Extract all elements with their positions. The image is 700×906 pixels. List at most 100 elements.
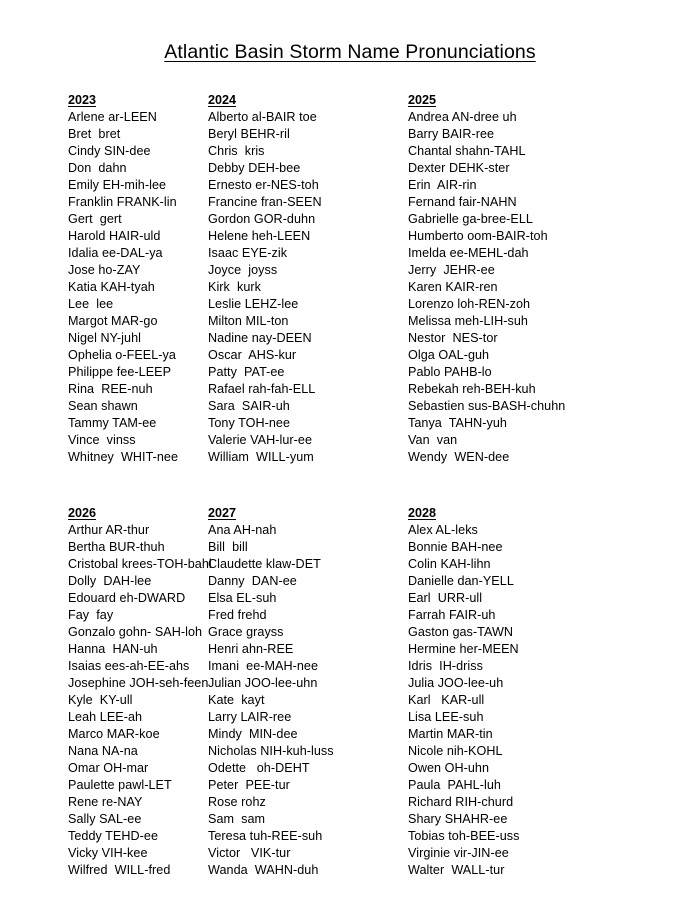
- storm-name-item: Chantal shahn-TAHL: [408, 144, 526, 158]
- storm-name-item: Sean shawn: [68, 399, 138, 413]
- storm-name-item: Peter PEE-tur: [208, 778, 290, 792]
- year-heading: 2028: [408, 506, 437, 520]
- storm-name-item: Nicholas NIH-kuh-luss: [208, 744, 334, 758]
- year-heading: 2023: [68, 93, 97, 107]
- storm-name-item: Katia KAH-tyah: [68, 280, 155, 294]
- storm-name-item: Karl KAR-ull: [408, 693, 485, 707]
- storm-name-item: Leah LEE-ah: [68, 710, 143, 724]
- storm-name-item: Tony TOH-nee: [208, 416, 291, 430]
- year-column-2025: 2025 Andrea AN-dree uh Barry BAIR-ree Chan…: [404, 92, 700, 466]
- storm-name-item: Farrah FAIR-uh: [408, 608, 496, 622]
- storm-name-item: Arlene ar-LEEN: [68, 110, 157, 124]
- storm-name-item: Kate kayt: [208, 693, 265, 707]
- storm-name-item: Danielle dan-YELL: [408, 574, 514, 588]
- storm-name-item: Dolly DAH-lee: [68, 574, 152, 588]
- storm-name-item: Owen OH-uhn: [408, 761, 490, 775]
- storm-name-item: Isaac EYE-zik: [208, 246, 288, 260]
- storm-name-item: Sara SAIR-uh: [208, 399, 290, 413]
- storm-name-item: Ernesto er-NES-toh: [208, 178, 319, 192]
- year-band-lower: 2026 Arthur AR-thur Bertha BUR-thuh Cristo…: [0, 505, 700, 879]
- storm-name-item: Idris IH-driss: [408, 659, 483, 673]
- storm-name-list-2024: Alberto al-BAIR toe Beryl BEHR-ril Chris k…: [208, 109, 404, 466]
- year-heading: 2026: [68, 506, 97, 520]
- storm-name-item: Whitney WHIT-nee: [68, 450, 179, 464]
- storm-name-list-2027: Ana AH-nah Bill bill Claudette klaw-DET Dan…: [208, 522, 404, 879]
- storm-name-item: Paula PAHL-luh: [408, 778, 501, 792]
- storm-name-item: William WILL-yum: [208, 450, 314, 464]
- storm-name-list-2025: Andrea AN-dree uh Barry BAIR-ree Chantal s…: [408, 109, 700, 466]
- page-title-text: Atlantic Basin Storm Name Pronunciations: [164, 41, 536, 63]
- storm-name-item: Julian JOO-lee-uhn: [208, 676, 318, 690]
- storm-name-item: Isaias ees-ah-EE-ahs: [68, 659, 190, 673]
- storm-name-list-2023: Arlene ar-LEEN Bret bret Cindy SIN-dee Don …: [68, 109, 204, 466]
- storm-name-item: Nana NA-na: [68, 744, 138, 758]
- year-column-2023: 2023 Arlene ar-LEEN Bret bret Cindy SIN-de…: [0, 92, 204, 466]
- storm-name-list-2028: Alex AL-leks Bonnie BAH-nee Colin KAH-lihn…: [408, 522, 700, 879]
- storm-name-item: Josephine JOH-seh-feen: [68, 676, 209, 690]
- storm-name-item: Pablo PAHB-lo: [408, 365, 492, 379]
- storm-name-item: Wanda WAHN-duh: [208, 863, 319, 877]
- storm-name-item: Franklin FRANK-lin: [68, 195, 177, 209]
- storm-name-item: Gonzalo gohn- SAH-loh: [68, 625, 203, 639]
- storm-name-item: Kirk kurk: [208, 280, 261, 294]
- storm-name-item: Melissa meh-LIH-suh: [408, 314, 528, 328]
- storm-name-item: Humberto oom-BAIR-toh: [408, 229, 548, 243]
- storm-name-item: Earl URR-ull: [408, 591, 483, 605]
- storm-name-item: Gordon GOR-duhn: [208, 212, 316, 226]
- storm-name-item: Gert gert: [68, 212, 122, 226]
- storm-name-item: Henri ahn-REE: [208, 642, 294, 656]
- storm-name-item: Bret bret: [68, 127, 121, 141]
- storm-name-item: Sally SAL-ee: [68, 812, 142, 826]
- storm-name-item: Francine fran-SEEN: [208, 195, 322, 209]
- storm-name-item: Jose ho-ZAY: [68, 263, 141, 277]
- storm-name-item: Martin MAR-tin: [408, 727, 493, 741]
- page-title: Atlantic Basin Storm Name Pronunciations: [0, 40, 700, 64]
- storm-name-item: Bertha BUR-thuh: [68, 540, 165, 554]
- storm-name-item: Kyle KY-ull: [68, 693, 133, 707]
- year-column-2028: 2028 Alex AL-leks Bonnie BAH-nee Colin KAH…: [404, 505, 700, 879]
- storm-name-item: Mindy MIN-dee: [208, 727, 298, 741]
- storm-name-item: Emily EH-mih-lee: [68, 178, 167, 192]
- storm-name-item: Wendy WEN-dee: [408, 450, 510, 464]
- storm-name-item: Tanya TAHN-yuh: [408, 416, 507, 430]
- storm-name-item: Barry BAIR-ree: [408, 127, 495, 141]
- storm-name-item: Beryl BEHR-ril: [208, 127, 290, 141]
- storm-name-item: Colin KAH-lihn: [408, 557, 491, 571]
- storm-name-item: Harold HAIR-uld: [68, 229, 161, 243]
- storm-name-item: Sebastien sus-BASH-chuhn: [408, 399, 566, 413]
- storm-name-item: Alex AL-leks: [408, 523, 478, 537]
- storm-name-item: Fernand fair-NAHN: [408, 195, 517, 209]
- storm-name-item: Helene heh-LEEN: [208, 229, 311, 243]
- storm-name-item: Oscar AHS-kur: [208, 348, 297, 362]
- year-column-2024: 2024 Alberto al-BAIR toe Beryl BEHR-ril Ch…: [204, 92, 404, 466]
- storm-name-item: Imani ee-MAH-nee: [208, 659, 319, 673]
- storm-name-item: Andrea AN-dree uh: [408, 110, 517, 124]
- storm-name-item: Bonnie BAH-nee: [408, 540, 503, 554]
- storm-name-item: Margot MAR-go: [68, 314, 158, 328]
- storm-name-item: Cristobal krees-TOH-bahl: [68, 557, 212, 571]
- storm-name-item: Omar OH-mar: [68, 761, 149, 775]
- storm-name-item: Fred frehd: [208, 608, 267, 622]
- storm-name-item: Larry LAIR-ree: [208, 710, 292, 724]
- storm-name-item: Vicky VIH-kee: [68, 846, 148, 860]
- storm-name-item: Rafael rah-fah-ELL: [208, 382, 316, 396]
- storm-name-item: Nestor NES-tor: [408, 331, 498, 345]
- storm-name-item: Nicole nih-KOHL: [408, 744, 503, 758]
- storm-name-item: Ana AH-nah: [208, 523, 277, 537]
- storm-name-item: Sam sam: [208, 812, 266, 826]
- storm-name-item: Debby DEH-bee: [208, 161, 301, 175]
- storm-name-item: Leslie LEHZ-lee: [208, 297, 299, 311]
- storm-name-item: Ophelia o-FEEL-ya: [68, 348, 176, 362]
- storm-name-item: Chris kris: [208, 144, 265, 158]
- storm-name-item: Rose rohz: [208, 795, 266, 809]
- storm-name-grid: 2023 Arlene ar-LEEN Bret bret Cindy SIN-de…: [0, 92, 700, 879]
- storm-name-item: Joyce joyss: [208, 263, 278, 277]
- storm-name-item: Jerry JEHR-ee: [408, 263, 495, 277]
- storm-name-item: Philippe fee-LEEP: [68, 365, 172, 379]
- storm-name-item: Claudette klaw-DET: [208, 557, 321, 571]
- storm-name-item: Rebekah reh-BEH-kuh: [408, 382, 536, 396]
- storm-name-item: Hanna HAN-uh: [68, 642, 158, 656]
- storm-name-item: Van van: [408, 433, 458, 447]
- storm-name-item: Hermine her-MEEN: [408, 642, 519, 656]
- storm-name-item: Elsa EL-suh: [208, 591, 277, 605]
